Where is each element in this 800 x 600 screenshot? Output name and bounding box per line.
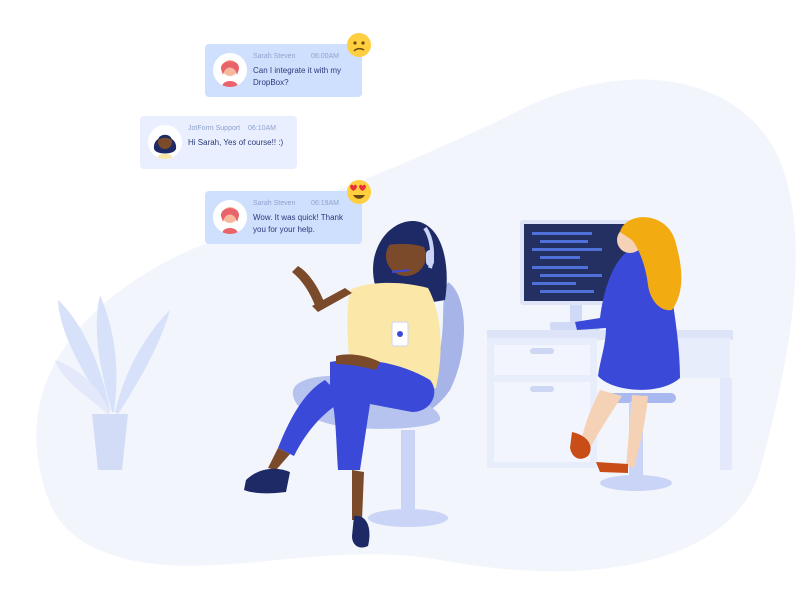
confused-face-icon [346,32,372,58]
support-illustration [36,79,796,572]
chat-bubble-2: JotForm Support 06:10AM Hi Sarah, Yes of… [140,116,297,169]
chat-bubble-3: Sarah Steven 06:19AM Wow. It was quick! … [205,191,362,244]
sender-name: JotForm Support [188,125,241,132]
heart-eyes-face-icon [346,179,372,205]
message-line: you for your help. [253,225,315,234]
message-text: Can I integrate it with my DropBox? [253,65,341,89]
message-time: 06:10AM [248,125,277,132]
message-time: 06:00AM [311,53,340,60]
sender-name: Sarah Steven [253,53,296,60]
sender-name: Sarah Steven [253,200,296,207]
message-text: Hi Sarah, Yes of course!! :) [188,137,283,149]
message-time: 06:19AM [311,200,340,207]
message-text: Wow. It was quick! Thank you for your he… [253,212,343,236]
message-line: Can I integrate it with my [253,66,342,75]
chat-bubble-1: Sarah Steven 06:00AM Can I integrate it … [205,44,362,97]
message-line: Hi Sarah, Yes of course!! :) [188,138,284,147]
avatar-sarah [213,53,247,87]
message-line: Wow. It was quick! Thank [253,213,343,222]
avatar-sarah [213,200,247,234]
avatar-support-agent [148,125,182,159]
message-line: DropBox? [253,78,289,87]
